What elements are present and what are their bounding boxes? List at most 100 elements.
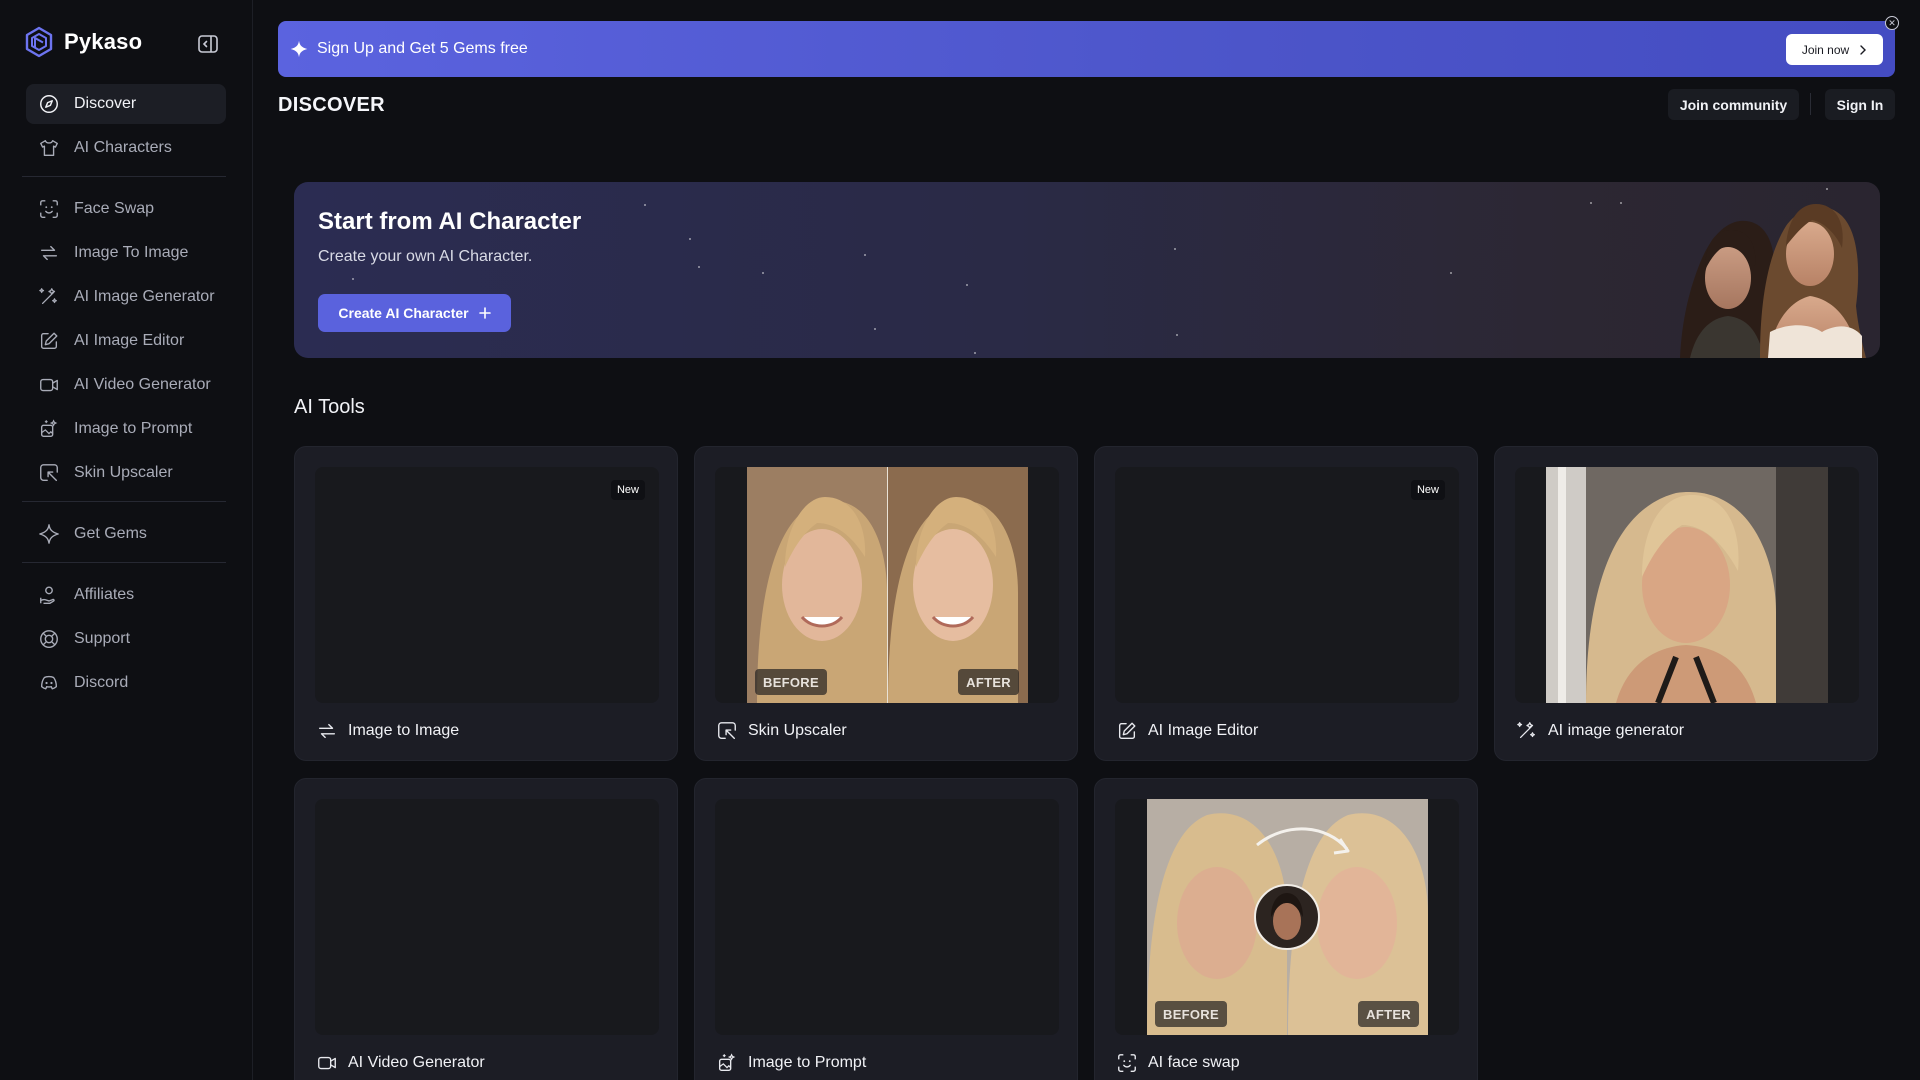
sidebar-item-label: AI Image Generator: [74, 288, 215, 305]
sidebar-item-discover[interactable]: Discover: [26, 84, 226, 124]
after-tag: AFTER: [1358, 1001, 1419, 1027]
sidebar-item-support[interactable]: Support: [26, 619, 226, 659]
before-tag: BEFORE: [755, 669, 827, 695]
tool-card-ai-image-generator[interactable]: AI image generator: [1494, 446, 1878, 761]
tool-thumbnail: [715, 799, 1059, 1035]
sidebar-item-ai-image-generator[interactable]: AI Image Generator: [26, 277, 226, 317]
tool-name: Skin Upscaler: [748, 722, 847, 739]
shirt-icon: [38, 137, 60, 159]
sidebar-item-image-to-prompt[interactable]: Image to Prompt: [26, 409, 226, 449]
tool-label: AI Video Generator: [316, 1052, 485, 1074]
face-swap-portrait-image: [1147, 799, 1428, 1035]
before-after-portrait-image: [747, 467, 1028, 703]
tool-thumbnail: BEFORE AFTER: [1115, 799, 1459, 1035]
sidebar-item-face-swap[interactable]: Face Swap: [26, 189, 226, 229]
tool-name: AI image generator: [1548, 722, 1685, 739]
tool-label: AI face swap: [1116, 1052, 1240, 1074]
sidebar-item-ai-image-editor[interactable]: AI Image Editor: [26, 321, 226, 361]
sidebar-item-ai-video-generator[interactable]: AI Video Generator: [26, 365, 226, 405]
video-camera-icon: [38, 374, 60, 396]
promo-text: Sign Up and Get 5 Gems free: [317, 40, 528, 57]
image-sparkle-icon: [716, 1052, 738, 1074]
tool-card-ai-face-swap[interactable]: BEFORE AFTER AI face swap: [1094, 778, 1478, 1080]
tool-label: Image to Prompt: [716, 1052, 866, 1074]
compass-icon: [38, 93, 60, 115]
chevron-right-icon: [1860, 44, 1867, 55]
discord-icon: [38, 672, 60, 694]
tool-thumbnail: BEFORE AFTER: [715, 467, 1059, 703]
join-now-button[interactable]: Join now: [1786, 34, 1883, 65]
sidebar-item-label: Discover: [74, 95, 137, 112]
sidebar-item-label: AI Image Editor: [74, 332, 185, 349]
ai-tools-title: AI Tools: [294, 396, 365, 418]
arrows-swap-icon: [38, 242, 60, 264]
hero-title: Start from AI Character: [318, 208, 582, 235]
divider: [22, 562, 226, 563]
sidebar-item-image-to-image[interactable]: Image To Image: [26, 233, 226, 273]
affiliate-icon: [38, 584, 60, 606]
sidebar-item-discord[interactable]: Discord: [26, 663, 226, 703]
tool-name: Image to Prompt: [748, 1054, 867, 1071]
sidebar-item-label: AI Characters: [74, 139, 172, 156]
tool-name: AI Video Generator: [348, 1054, 485, 1071]
tool-name: AI face swap: [1148, 1054, 1240, 1071]
tool-card-ai-image-editor[interactable]: New AI Image Editor: [1094, 446, 1478, 761]
sidebar-item-affiliates[interactable]: Affiliates: [26, 575, 226, 615]
edit-square-icon: [38, 330, 60, 352]
sidebar-item-get-gems[interactable]: Get Gems: [26, 514, 226, 554]
tool-thumbnail: [1515, 467, 1859, 703]
sidebar-item-label: Skin Upscaler: [74, 464, 173, 481]
new-badge: New: [610, 480, 645, 500]
tool-name: Image to Image: [348, 722, 460, 739]
sidebar-item-label: Support: [74, 630, 131, 647]
plus-icon: [478, 307, 491, 319]
tool-thumbnail: [315, 799, 659, 1035]
sidebar-item-label: Affiliates: [74, 586, 135, 603]
edit-square-icon: [1116, 720, 1138, 742]
tool-card-ai-video-generator[interactable]: AI Video Generator: [294, 778, 678, 1080]
sign-in-button[interactable]: Sign In: [1825, 89, 1895, 120]
video-camera-icon: [316, 1052, 338, 1074]
tool-label: Skin Upscaler: [716, 720, 847, 742]
sidebar-item-label: Get Gems: [74, 525, 147, 542]
main-content: Sign Up and Get 5 Gems free Join now ✕ D…: [254, 0, 1920, 1080]
divider: [22, 176, 226, 177]
page-title: DISCOVER: [278, 94, 385, 116]
magic-wand-icon: [38, 286, 60, 308]
promo-banner[interactable]: Sign Up and Get 5 Gems free Join now: [278, 21, 1895, 77]
divider: [1810, 93, 1811, 115]
tool-card-image-to-prompt[interactable]: Image to Prompt: [694, 778, 1078, 1080]
sidebar: Pykaso Discover AI Characters Face Swap …: [0, 0, 253, 1080]
sparkle-icon: [290, 40, 308, 58]
tool-card-skin-upscaler[interactable]: BEFORE AFTER Skin Upscaler: [694, 446, 1078, 761]
new-badge: New: [1410, 480, 1445, 500]
image-sparkle-icon: [38, 418, 60, 440]
face-scan-icon: [1116, 1052, 1138, 1074]
sidebar-item-label: Image To Image: [74, 244, 189, 261]
tool-thumbnail: New: [315, 467, 659, 703]
join-community-button[interactable]: Join community: [1668, 89, 1799, 120]
create-ai-character-button[interactable]: Create AI Character: [318, 294, 511, 332]
tool-name: AI Image Editor: [1148, 722, 1259, 739]
sparkle-icon: [38, 523, 60, 545]
magic-wand-icon: [1516, 720, 1538, 742]
sidebar-item-label: Image to Prompt: [74, 420, 193, 437]
brand[interactable]: Pykaso: [24, 26, 142, 58]
sidebar-item-label: Face Swap: [74, 200, 155, 217]
tool-label: AI Image Editor: [1116, 720, 1258, 742]
generated-portrait-image: [1546, 467, 1828, 703]
sidebar-item-skin-upscaler[interactable]: Skin Upscaler: [26, 453, 226, 493]
tool-card-image-to-image[interactable]: New Image to Image: [294, 446, 678, 761]
close-promo-icon[interactable]: ✕: [1885, 16, 1899, 30]
ai-characters-image: [1680, 204, 1866, 358]
lifebuoy-icon: [38, 628, 60, 650]
sidebar-item-label: AI Video Generator: [74, 376, 211, 393]
tool-label: Image to Image: [316, 720, 459, 742]
tool-label: AI image generator: [1516, 720, 1684, 742]
arrows-swap-icon: [316, 720, 338, 742]
before-tag: BEFORE: [1155, 1001, 1227, 1027]
collapse-sidebar-icon[interactable]: [197, 33, 219, 55]
divider: [22, 501, 226, 502]
sidebar-item-ai-characters[interactable]: AI Characters: [26, 128, 226, 168]
face-scan-icon: [38, 198, 60, 220]
